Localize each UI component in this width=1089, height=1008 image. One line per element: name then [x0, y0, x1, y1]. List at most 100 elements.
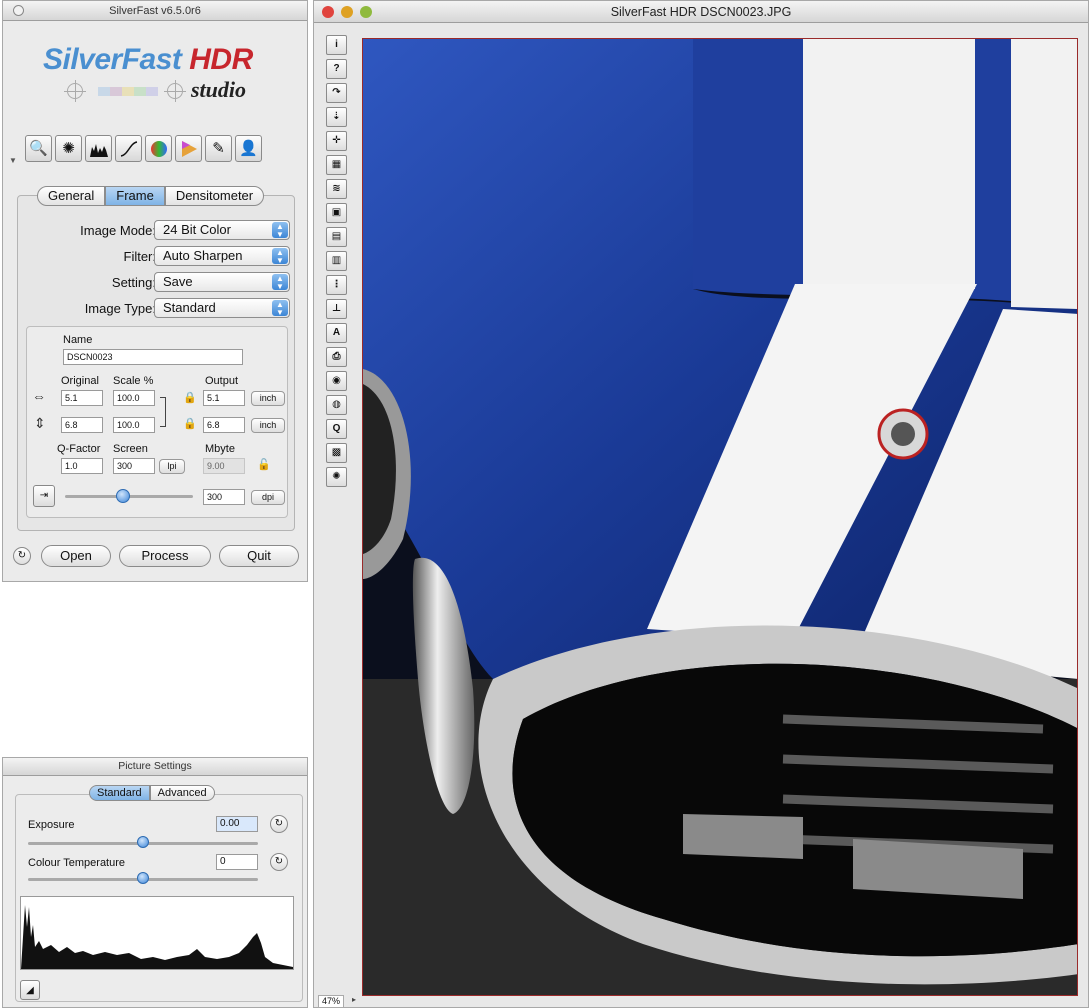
resolution-field[interactable]: 300 [203, 489, 245, 505]
global-color-icon[interactable] [145, 135, 172, 162]
image-mode-label: Image Mode: [80, 223, 156, 238]
action-buttons: ↻ Open Process Quit [3, 545, 309, 569]
close-icon[interactable] [13, 5, 24, 16]
info-icon[interactable]: i [326, 35, 347, 55]
help-icon[interactable]: ? [326, 59, 347, 79]
search-icon[interactable]: Q [326, 419, 347, 439]
filter-row: Filter: Auto Sharpen ▲ ▼ [18, 246, 296, 268]
scale-height-field[interactable]: 100.0 [113, 417, 155, 433]
tab-densitometer[interactable]: Densitometer [164, 186, 265, 206]
exposure-field[interactable]: 0.00 [216, 816, 258, 832]
picture-settings-title: Picture Settings [118, 760, 192, 772]
rotate-icon[interactable]: ↷ [326, 83, 347, 103]
silverfast-control-panel: SilverFast v6.5.0r6 SilverFast HDR studi… [2, 0, 308, 582]
filter-select[interactable]: Auto Sharpen ▲ ▼ [154, 246, 290, 266]
screen-unit-button[interactable]: lpi [159, 459, 185, 474]
scale-width-field[interactable]: 100.0 [113, 390, 155, 406]
resolution-preset-button[interactable]: ⇥ [33, 485, 55, 507]
qfactor-field[interactable]: 1.0 [61, 458, 103, 474]
zoom-icon[interactable]: 🔍 [25, 135, 52, 162]
gradation-curve-icon[interactable] [115, 135, 142, 162]
fine-icon[interactable]: ◍ [326, 395, 347, 415]
expert-dialog-icon[interactable]: ✎ [205, 135, 232, 162]
setting-select[interactable]: Save ▲ ▼ [154, 272, 290, 292]
image-preview-window: SilverFast HDR DSCN0023.JPG i? ↷ ⇣ ✛ ▦ ≋ ▣ ▤ ▥ ⋮ ⊥… [313, 0, 1089, 1008]
exposure-slider-knob[interactable] [137, 836, 149, 848]
exposure-reset-icon[interactable]: ↻ [270, 815, 288, 833]
color-correction-icon[interactable]: ✺ [55, 135, 82, 162]
car-photo [363, 39, 1077, 995]
resolution-unit-button[interactable]: dpi [251, 490, 285, 505]
zoom-level[interactable]: 47% [318, 995, 345, 1008]
tab-general[interactable]: General [37, 186, 106, 206]
close-icon[interactable] [322, 6, 334, 18]
original-width-field[interactable]: 5.1 [61, 390, 103, 406]
lightbulb-icon[interactable]: ✺ [326, 467, 347, 487]
densitometer-icon[interactable]: ⋮ [326, 275, 347, 295]
process-button[interactable]: Process [119, 545, 211, 567]
image-mode-select[interactable]: 24 Bit Color ▲ ▼ [154, 220, 290, 240]
output-height-field[interactable]: 6.8 [203, 417, 245, 433]
histogram-icon[interactable]: ◢ [20, 980, 40, 1000]
tool-buttons: 🔍 ✺ ✎ 👤 [25, 135, 262, 162]
image-type-select[interactable]: Standard ▲ ▼ [154, 298, 290, 318]
vertical-toolbar: i? ↷ ⇣ ✛ ▦ ≋ ▣ ▤ ▥ ⋮ ⊥ A ⎙ ◉ ◍ Q ▩ ✺ [326, 35, 350, 491]
save-icon[interactable]: ▩ [326, 443, 347, 463]
noise-icon[interactable]: ▦ [326, 155, 347, 175]
qfactor-label: Q-Factor [57, 443, 101, 455]
zoom-icon[interactable] [360, 6, 372, 18]
colour-temperature-field[interactable]: 0 [216, 854, 258, 870]
colour-temperature-slider-knob[interactable] [137, 872, 149, 884]
eye-icon[interactable]: ◉ [326, 371, 347, 391]
quit-button[interactable]: Quit [219, 545, 299, 567]
histogram [20, 896, 294, 970]
popup-arrows-icon: ▲ ▼ [272, 300, 288, 317]
colour-temperature-reset-icon[interactable]: ↻ [270, 853, 288, 871]
tab-frame[interactable]: Frame [105, 186, 165, 206]
zoom-menu-arrow-icon[interactable]: ▸ [352, 995, 356, 1004]
setting-row: Setting: Save ▲ ▼ [18, 272, 296, 294]
setting-label: Setting: [111, 275, 156, 290]
tab-advanced[interactable]: Advanced [149, 785, 215, 801]
open-button[interactable]: Open [41, 545, 111, 567]
output-width-field[interactable]: 5.1 [203, 390, 245, 406]
scale-link-bracket [160, 397, 166, 427]
preview-image[interactable] [362, 38, 1078, 996]
aaa-icon[interactable]: A [326, 323, 347, 343]
jobmanager-icon[interactable]: 👤 [235, 135, 262, 162]
lock-icon[interactable]: 🔒 [183, 393, 197, 404]
copy-frame-icon[interactable]: ▥ [326, 251, 347, 271]
multiframe-icon[interactable]: ▤ [326, 227, 347, 247]
frame-icon[interactable]: ▣ [326, 203, 347, 223]
midtone-icon[interactable]: ✛ [326, 131, 347, 151]
resolution-slider-knob[interactable] [115, 489, 130, 503]
print-icon[interactable]: ⎙ [326, 347, 347, 367]
unlock-icon[interactable]: 🔓 [257, 460, 271, 471]
silverfast-logo: SilverFast HDR studio [43, 43, 253, 102]
gradation-icon[interactable]: ≋ [326, 179, 347, 199]
image-window-title: SilverFast HDR DSCN0023.JPG [610, 5, 792, 19]
selective-color-icon[interactable] [175, 135, 202, 162]
panel-titlebar[interactable]: SilverFast v6.5.0r6 [3, 1, 307, 21]
image-type-row: Image Type: Standard ▲ ▼ [18, 298, 296, 320]
histogram-icon[interactable] [85, 135, 112, 162]
tab-standard[interactable]: Standard [89, 785, 150, 801]
original-height-field[interactable]: 6.8 [61, 417, 103, 433]
height-unit-button[interactable]: inch [251, 418, 285, 433]
panel-tabs: General Frame Densitometer [37, 186, 265, 206]
name-field[interactable]: DSCN0023 [63, 349, 243, 365]
screen-field[interactable]: 300 [113, 458, 155, 474]
lock-icon[interactable]: 🔒 [183, 419, 197, 430]
stamp-icon[interactable]: ⊥ [326, 299, 347, 319]
flip-icon[interactable]: ⇣ [326, 107, 347, 127]
width-unit-button[interactable]: inch [251, 391, 285, 406]
reset-icon[interactable]: ↻ [13, 547, 31, 565]
dimensions-box: Name DSCN0023 Original Scale % Output ⇔ … [26, 326, 288, 518]
minimize-icon[interactable] [341, 6, 353, 18]
picture-settings-titlebar[interactable]: Picture Settings [3, 758, 307, 776]
image-window-titlebar[interactable]: SilverFast HDR DSCN0023.JPG [314, 1, 1088, 23]
popup-arrows-icon: ▲ ▼ [272, 248, 288, 265]
disclosure-triangle-icon[interactable]: ▼ [9, 156, 17, 165]
mbyte-field: 9.00 [203, 458, 245, 474]
popup-arrows-icon: ▲ ▼ [272, 274, 288, 291]
